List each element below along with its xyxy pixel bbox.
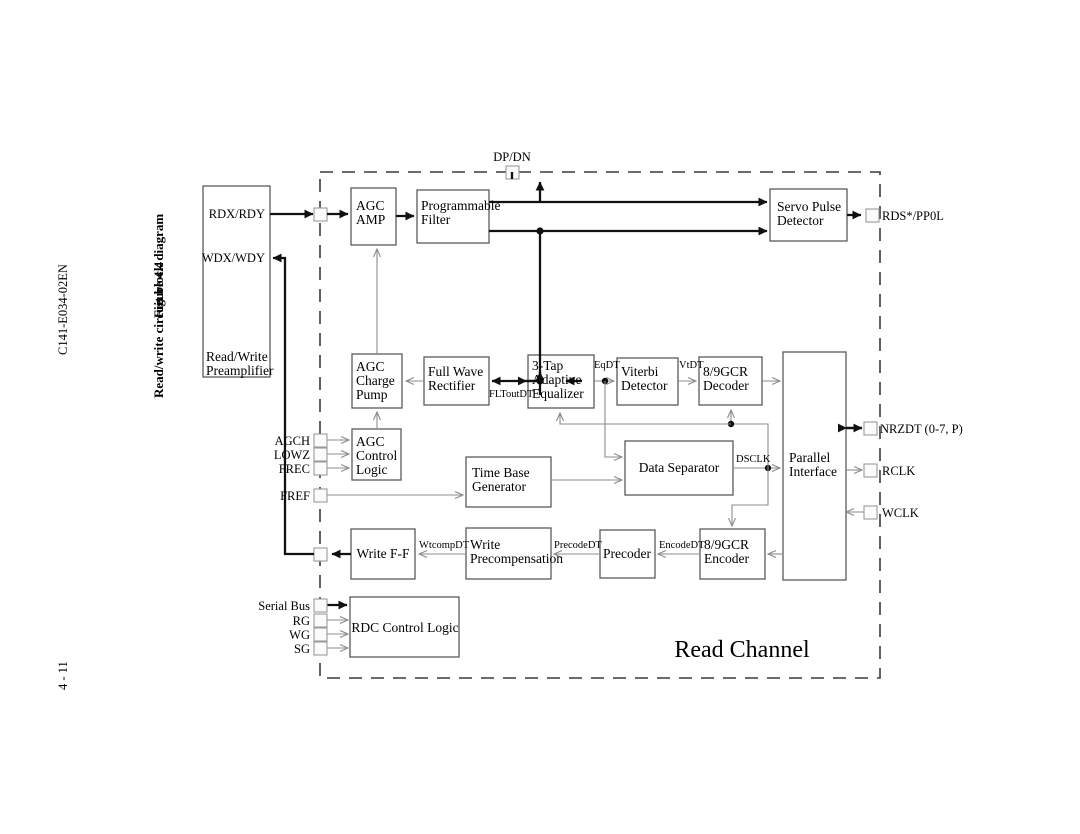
wire-pin-up-to-preamp xyxy=(272,253,314,556)
pin-square-wg[interactable] xyxy=(313,627,328,642)
label-pin-dp-dn: DP/DN xyxy=(493,150,531,164)
page-number: 4 - 11 xyxy=(56,661,70,690)
label-pin-wclk: WCLK xyxy=(882,506,919,520)
pin-square-rdx-rdy[interactable] xyxy=(313,207,328,222)
label-viterbi-line2: Detector xyxy=(621,378,668,393)
wire-dsclk-to-viterbi-eq-bus xyxy=(560,413,731,425)
label-programmable-filter-line1: Programmable xyxy=(421,198,500,213)
label-write-precomp-line2: Precompensation xyxy=(470,551,563,566)
label-time-base-line2: Generator xyxy=(472,479,526,494)
label-parallel-interface-line1: Parallel xyxy=(789,450,830,465)
label-signal-eqdt: EqDT xyxy=(594,360,620,371)
wire-dsclk-down-to-encoder xyxy=(732,468,769,526)
label-pin-wg: WG xyxy=(289,628,310,642)
label-viterbi-line1: Viterbi xyxy=(621,364,659,379)
pin-square-nrzdt[interactable] xyxy=(863,421,878,436)
label-gcr-decoder-line2: Decoder xyxy=(703,378,749,393)
label-equalizer-line2: Adaptive xyxy=(532,372,582,387)
pin-square-serial-bus[interactable] xyxy=(313,598,328,613)
junction-filter-out xyxy=(536,227,544,235)
label-gcr-encoder-line2: Encoder xyxy=(704,551,749,566)
label-time-base-line1: Time Base xyxy=(472,465,530,480)
label-pin-wdx-wdy: WDX/WDY xyxy=(202,251,265,265)
label-pin-frec: FREC xyxy=(279,462,310,476)
label-pin-serial-bus: Serial Bus xyxy=(258,599,310,613)
label-signal-fltoutdt: FLToutDT xyxy=(489,389,534,400)
label-pin-fref: FREF xyxy=(280,489,310,503)
pin-square-rg[interactable] xyxy=(313,613,328,628)
pin-square-agch[interactable] xyxy=(313,433,328,448)
label-pin-agch: AGCH xyxy=(275,434,310,448)
label-write-ff: Write F-F xyxy=(356,546,410,561)
label-gcr-encoder-line1: 8/9GCR xyxy=(704,537,749,552)
pin-square-rds-pp0l[interactable] xyxy=(865,208,880,223)
label-agc-control-line3: Logic xyxy=(356,462,388,477)
label-agc-control-line2: Control xyxy=(356,448,398,463)
label-agc-charge-pump-line2: Charge xyxy=(356,373,395,388)
label-pin-sg: SG xyxy=(294,642,310,656)
label-programmable-filter-line2: Filter xyxy=(421,212,451,227)
label-equalizer-line3: Equalizer xyxy=(532,386,584,401)
label-read-channel: Read Channel xyxy=(674,637,810,663)
label-agc-charge-pump-line1: AGC xyxy=(356,359,385,374)
label-full-wave-rectifier-line1: Full Wave xyxy=(428,364,483,379)
label-parallel-interface-line2: Interface xyxy=(789,464,837,479)
label-signal-dsclk: DSCLK xyxy=(736,454,771,465)
label-agc-charge-pump-line3: Pump xyxy=(356,387,388,402)
label-pin-lowz: LOWZ xyxy=(274,448,310,462)
figure-caption: Read/write circuit block diagram xyxy=(151,214,166,398)
label-pin-rclk: RCLK xyxy=(882,464,915,478)
label-gcr-decoder-line1: 8/9GCR xyxy=(703,364,748,379)
label-signal-encodedt: EncodeDT xyxy=(659,540,705,551)
page-root: Read/Write Preamplifier AGC AMP Programm… xyxy=(0,0,1080,834)
label-rdc-control-logic: RDC Control Logic xyxy=(351,620,458,635)
label-servo-pulse-detector-line1: Servo Pulse xyxy=(777,199,841,214)
label-servo-pulse-detector-line2: Detector xyxy=(777,213,824,228)
document-id: C141-E034-02EN xyxy=(56,264,70,355)
label-agc-amp-line1: AGC xyxy=(356,198,385,213)
label-pin-nrzdt: NRZDT (0-7, P) xyxy=(880,422,963,436)
label-write-precomp-line1: Write xyxy=(470,537,500,552)
pin-square-lowz[interactable] xyxy=(313,447,328,462)
label-signal-precodedt: PrecodeDT xyxy=(554,540,602,551)
label-agc-control-line1: AGC xyxy=(356,434,385,449)
block-diagram: Read/Write Preamplifier AGC AMP Programm… xyxy=(56,150,963,690)
label-data-separator: Data Separator xyxy=(639,460,720,475)
pin-square-sg[interactable] xyxy=(313,641,328,656)
label-signal-wtcompdt: WtcompDT xyxy=(419,540,470,551)
pin-square-wclk[interactable] xyxy=(863,505,878,520)
label-precoder: Precoder xyxy=(603,546,651,561)
label-signal-vtdt: VtDT xyxy=(679,360,704,371)
label-pin-rds-pp0l: RDS*/PP0L xyxy=(882,209,944,223)
label-pin-rdx-rdy: RDX/RDY xyxy=(209,207,265,221)
label-pin-rg: RG xyxy=(293,614,310,628)
label-equalizer-line1: 3-Tap xyxy=(532,358,564,373)
pin-square-rclk[interactable] xyxy=(863,463,878,478)
pin-square-wdx-wdy-internal[interactable] xyxy=(313,547,328,562)
label-agc-amp-line2: AMP xyxy=(356,212,385,227)
pin-square-fref[interactable] xyxy=(313,488,328,503)
label-read-write-preamplifier-line2: Preamplifier xyxy=(206,363,274,378)
label-read-write-preamplifier-line1: Read/Write xyxy=(206,349,268,364)
label-full-wave-rectifier-line2: Rectifier xyxy=(428,378,476,393)
pin-square-frec[interactable] xyxy=(313,461,328,476)
